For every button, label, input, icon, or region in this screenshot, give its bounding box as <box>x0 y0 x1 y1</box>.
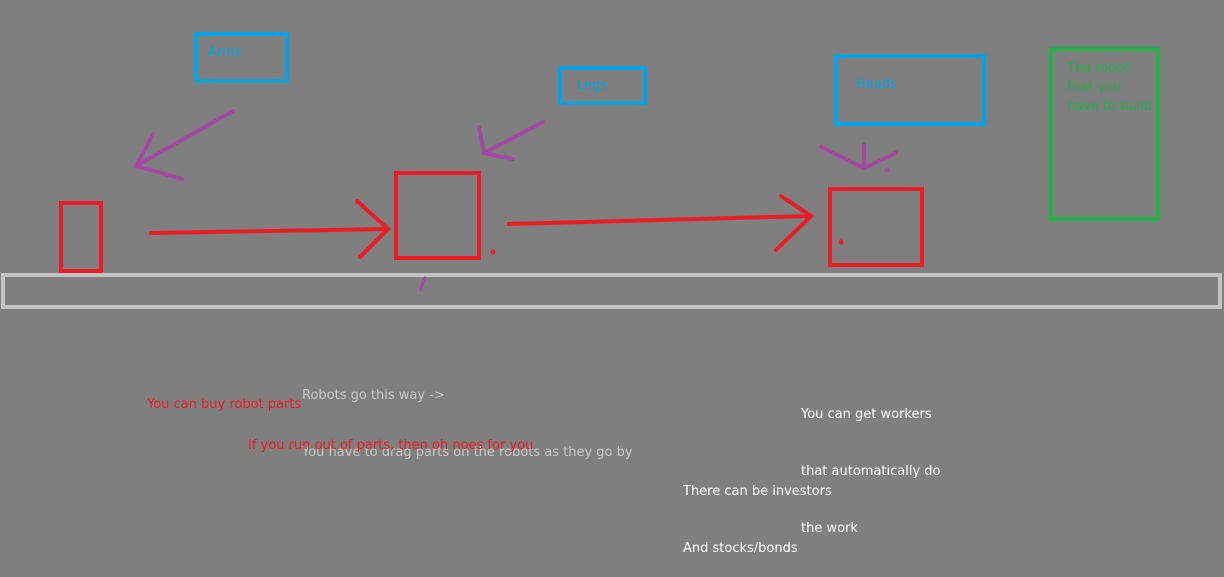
out-of-parts-note: If you run out of parts, then oh noes fo… <box>248 438 534 453</box>
drag-arrow-legs <box>477 120 545 161</box>
buy-parts-note: You can buy robot parts <box>147 397 302 412</box>
conveyor-belt <box>1 273 1222 309</box>
purple-dot <box>884 167 890 173</box>
investors-note-line: There can be investors <box>683 484 832 499</box>
red-dot <box>838 239 844 245</box>
robot-stage-3 <box>828 187 924 267</box>
workers-note-line: You can get workers <box>801 407 932 422</box>
red-dot <box>490 249 496 255</box>
robot-stage-2 <box>394 171 481 260</box>
movement-arrow-1 <box>149 199 391 259</box>
investors-note: There can be investors And stocks/bonds <box>683 444 832 577</box>
direction-note-line: Robots go this way -> <box>302 388 445 403</box>
drag-arrow-arms <box>133 109 235 181</box>
legs-label: Legs <box>577 78 608 93</box>
target-robot-line: that you <box>1067 80 1122 95</box>
target-robot-line: The robot <box>1067 61 1130 76</box>
movement-arrow-2 <box>507 194 815 252</box>
drag-arrow-heads <box>819 142 898 171</box>
investors-note-line: And stocks/bonds <box>683 541 798 556</box>
target-robot-label: The robot that you have to build <box>1067 59 1152 116</box>
target-robot-line: have to build <box>1067 99 1153 114</box>
arms-label: Arms <box>208 45 242 60</box>
direction-note: Robots go this way -> You have to drag p… <box>302 348 633 481</box>
heads-label: Heads <box>856 77 897 92</box>
robot-stage-1 <box>59 201 103 273</box>
